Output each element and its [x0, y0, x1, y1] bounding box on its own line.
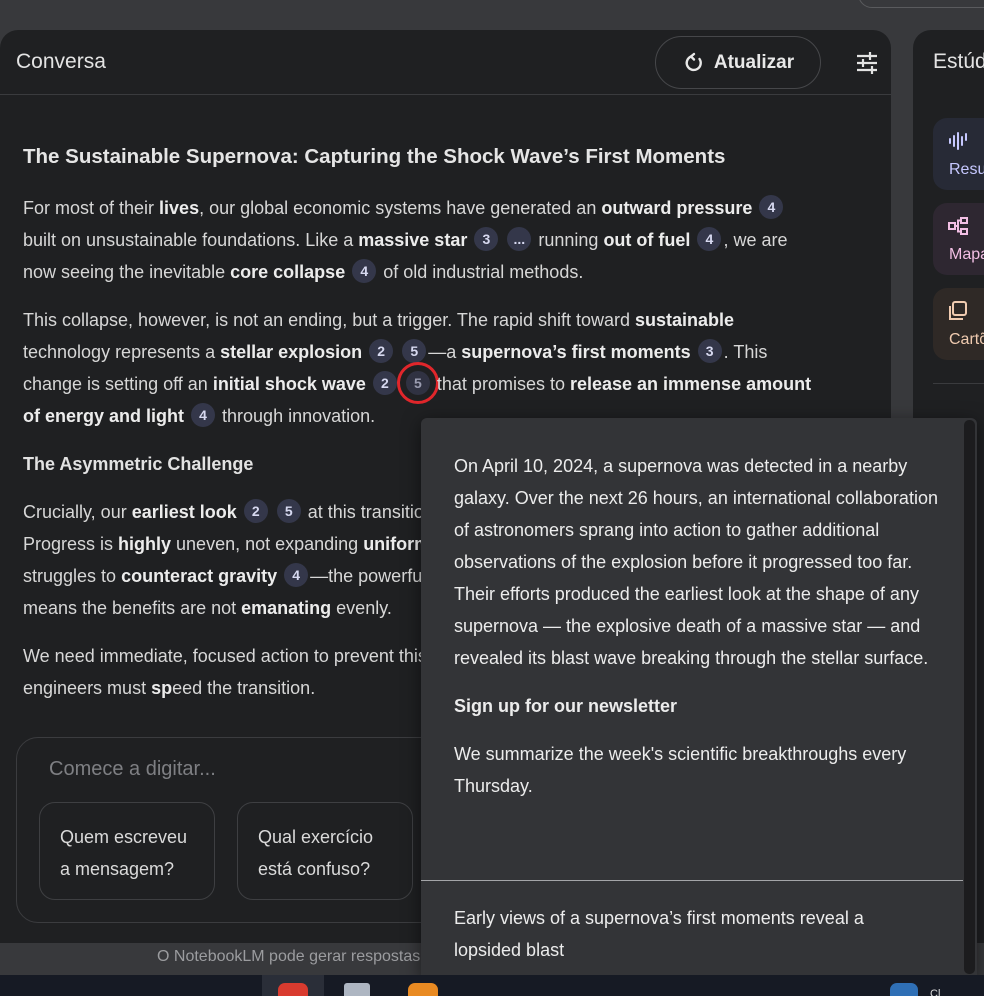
citation-chip[interactable]: 4 — [352, 259, 377, 283]
citation-chip[interactable]: 2 — [243, 499, 268, 523]
refresh-icon — [685, 52, 702, 71]
taskbar: Cl — [0, 975, 984, 996]
studio-tile-flashcards[interactable]: Cartões — [933, 288, 984, 360]
popover-source-excerpt: On April 10, 2024, a supernova was detec… — [454, 456, 938, 668]
citation-chip[interactable]: 4 — [759, 195, 784, 219]
chat-title: Conversa — [16, 50, 106, 73]
citation-chip[interactable]: 4 — [284, 563, 309, 587]
popover-source-title: Early views of a supernova’s first momen… — [454, 908, 864, 960]
tune-icon[interactable] — [853, 49, 881, 77]
refresh-label: Atualizar — [713, 51, 795, 73]
popover-newsletter-desc: We summarize the week's scientific break… — [454, 744, 907, 796]
citation-chip[interactable]: 5 — [276, 499, 301, 523]
taskbar-active-app[interactable] — [262, 975, 324, 996]
studio-tile-mind-map[interactable]: Mapa mental — [933, 203, 984, 275]
citation-more-chip[interactable]: ... — [507, 227, 532, 251]
weather-icon[interactable] — [890, 983, 918, 996]
refresh-button[interactable]: Atualizar — [655, 36, 821, 89]
studio-title: Estúdio — [933, 50, 984, 73]
response-paragraph-1: For most of their lives, our global econ… — [23, 192, 823, 288]
popover-newsletter-heading: Sign up for our newsletter — [454, 696, 678, 716]
popover-divider — [421, 880, 963, 881]
citation-chip[interactable]: 5 — [402, 339, 427, 363]
citation-chip[interactable]: 2 — [369, 339, 394, 363]
suggestion-chip[interactable]: Qual exercício está confuso? — [237, 802, 413, 900]
studio-tile-label: Resumo — [949, 161, 984, 178]
taskbar-clock-text: Cl — [930, 988, 941, 996]
flashcards-icon — [949, 301, 967, 320]
citation-chip-highlighted[interactable]: 5 — [396, 362, 439, 404]
citation-chip[interactable]: 3 — [474, 227, 499, 251]
studio-tile-label: Mapa mental — [949, 246, 984, 263]
file-app-icon[interactable] — [344, 983, 370, 996]
suggestion-chip[interactable]: Quem escreveu a mensagem? — [39, 802, 215, 900]
response-paragraph-2: This collapse, however, is not an ending… — [23, 310, 812, 427]
citation-chip[interactable]: 3 — [697, 339, 722, 363]
citation-popover: On April 10, 2024, a supernova was detec… — [421, 418, 977, 978]
citation-chip[interactable]: 4 — [191, 403, 216, 427]
mind-map-icon — [948, 217, 968, 235]
chrome-icon[interactable] — [278, 983, 308, 996]
firefox-icon[interactable] — [408, 983, 438, 996]
popover-scrollbar[interactable] — [964, 420, 975, 974]
studio-divider — [933, 383, 984, 384]
chat-input[interactable]: Comece a digitar... — [49, 758, 216, 781]
citation-chip[interactable]: 4 — [697, 227, 722, 251]
top-strip — [0, 0, 984, 30]
audio-wave-icon — [949, 132, 967, 150]
studio-tile-audio-overview[interactable]: Resumo — [933, 118, 984, 190]
response-heading: The Sustainable Supernova: Capturing the… — [23, 145, 726, 168]
popover-content: On April 10, 2024, a supernova was detec… — [454, 450, 944, 818]
studio-tile-label: Cartões — [949, 331, 984, 348]
disclaimer-note: O NotebookLM pode gerar respostas — [157, 948, 421, 965]
top-search-pill[interactable] — [858, 0, 984, 8]
citation-chip[interactable]: 2 — [372, 371, 397, 395]
chat-header: Conversa Atualizar — [0, 30, 891, 95]
